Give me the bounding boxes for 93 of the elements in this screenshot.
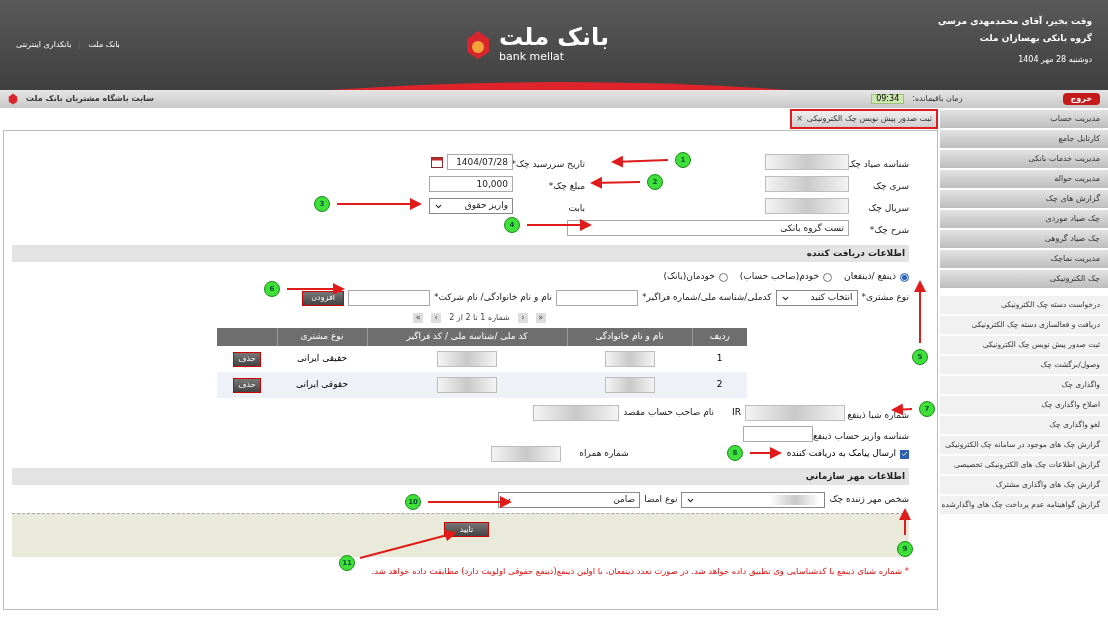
field-label: نوع امضا [644,493,678,507]
annotation-arrow [749,447,782,459]
column-header: ردیف [692,328,747,346]
timer-label: زمان باقیمانده: [912,93,963,105]
field-label: تاریخ سررسید چک* [511,159,585,169]
input-field[interactable] [347,290,430,306]
delete-button[interactable]: حذف [233,377,261,393]
column-header: کد ملی /شناسه ملی / کد فراگیر [367,328,567,346]
menu-item[interactable]: کارتابل جامع [940,130,1108,148]
redacted-field [604,377,655,393]
menu-item[interactable]: چک الکترونیکی [940,270,1108,288]
date-text: دوشنبه 28 مهر 1404 [1017,53,1092,66]
logo-subtitle: bank mellat [498,49,565,65]
annotation-arrow [590,176,641,189]
checkbox-label: ارسال پیامک به دریافت کننده [786,447,896,461]
confirm-button[interactable]: تایید [444,522,489,537]
field-label: سریال چک [868,203,909,213]
annotation-arrow [611,155,669,168]
field-label: شماره همراه [579,447,629,461]
annotation-arrow [914,280,926,344]
field-label: نام و نام خانوادگی/ نام شرکت* [433,291,552,305]
menu-item[interactable]: مدیریت خدمات بانکی [940,150,1108,168]
tab[interactable]: ثبت صدور پیش نویس چک الکترونیکی × [790,109,938,129]
table-cell: 2 [692,372,747,398]
input-field[interactable]: تست گروه بانکی [567,220,849,236]
timer-value: 09:34 [871,94,905,104]
annotation-arrow [526,219,592,231]
column-header: نام و نام خانوادگی [567,328,692,346]
menu-item[interactable]: گزارش های چک [940,190,1108,208]
field-label: سری چک [872,181,909,191]
pager-button[interactable]: » [413,313,424,323]
input-field[interactable]: 10,000 [429,176,513,192]
iban-prefix: IR [732,406,741,420]
input-field[interactable] [556,290,638,306]
pager-text: شماره 1 تا 2 از 2 [449,312,510,324]
close-icon[interactable]: × [796,113,803,125]
column-header: نوع مشتری [277,328,367,346]
menu-item[interactable]: مدیریت حساب [940,110,1108,128]
header-link[interactable]: بانکداری اینترنتی [16,39,72,51]
pager-button[interactable]: › [431,313,442,323]
table-cell: حقوقی ایرانی [277,372,367,398]
calendar-icon[interactable] [431,156,443,168]
add-button[interactable]: افزودن [302,290,344,306]
annotation-arrow [899,508,911,536]
radio-button[interactable] [823,272,833,282]
field-label: شرح چک* [869,225,909,235]
company-name: گروه بانکی بهسازان ملت [978,32,1092,46]
section-header: اطلاعات دریافت کننده [12,245,909,262]
footnote-text: * شماره شبای ذینفع با کدشناسایی وی تطبیق داده خواهد شد. در صورت تعدد ذینفعان، با اولین ذینفع(ذینفع حقوقی اولویت دارد) مطابقت داده خواهد شد. [370,565,909,578]
redacted-field [491,446,562,462]
field-label: نوع مشتری* [861,291,909,305]
delete-button[interactable]: حذف [233,351,261,367]
radio-label: خودم(صاحب حساب) [739,270,820,284]
menu-item[interactable]: مدیریت نماچک [940,250,1108,268]
field-label: بابت [568,203,585,213]
field-label: شخص مهر زننده چک [829,493,909,507]
pager-button[interactable]: « [535,313,546,323]
input-field[interactable]: 1404/07/28 [447,154,513,170]
logo-text: بانک ملت [498,24,609,49]
field-label: شناسه واریز حساب ذینفع [813,431,909,441]
redacted-field [437,351,497,367]
redacted-field [604,351,655,367]
radio-button[interactable] [900,272,909,282]
dropdown[interactable]: ضامن [498,492,641,508]
menu-item[interactable]: چک صیاد موردی [940,210,1108,228]
field-label: شناسه صیاد چک [847,159,909,169]
field-label: مبلغ چک* [548,181,585,191]
table-cell: 1 [692,346,747,372]
dropdown[interactable]: انتخاب کنید [775,290,858,306]
site-title: سایت باشگاه مشتریان بانک ملت [26,93,154,105]
bank-logo-icon [464,30,491,60]
dropdown[interactable]: واریز حقوق [429,198,513,214]
pager-button[interactable]: ‹ [517,313,528,323]
annotation-arrow [286,283,345,295]
input-field[interactable] [743,426,813,442]
field-label: کدملی/شناسه ملی/شماره فراگیر* [642,291,772,305]
menu-item[interactable]: چک صیاد گروهی [940,230,1108,248]
radio-label: خودمان(بانک) [663,270,715,284]
column-header [217,328,277,346]
bank-logo-icon [8,93,18,105]
logout-button[interactable]: خروج [1062,93,1100,105]
radio-button[interactable] [718,272,728,282]
field-label: شماره شبا ذینفع [847,410,909,420]
table-cell: حقیقی ایرانی [277,346,367,372]
section-header: اطلاعات مهر سازمانی [12,468,909,485]
dropdown[interactable] [681,492,826,508]
radio-label: ذینفع /ذینفعان [844,270,896,284]
redacted-field [437,377,497,393]
sms-checkbox[interactable] [900,449,909,459]
field-label: نام صاحب حساب مقصد [623,406,715,420]
menu-item[interactable]: مدیریت حواله [940,170,1108,188]
header-link[interactable]: بانک ملت [88,39,120,51]
greeting-text: وقت بخیر، آقای محمدمهدی مرسی [937,14,1092,28]
